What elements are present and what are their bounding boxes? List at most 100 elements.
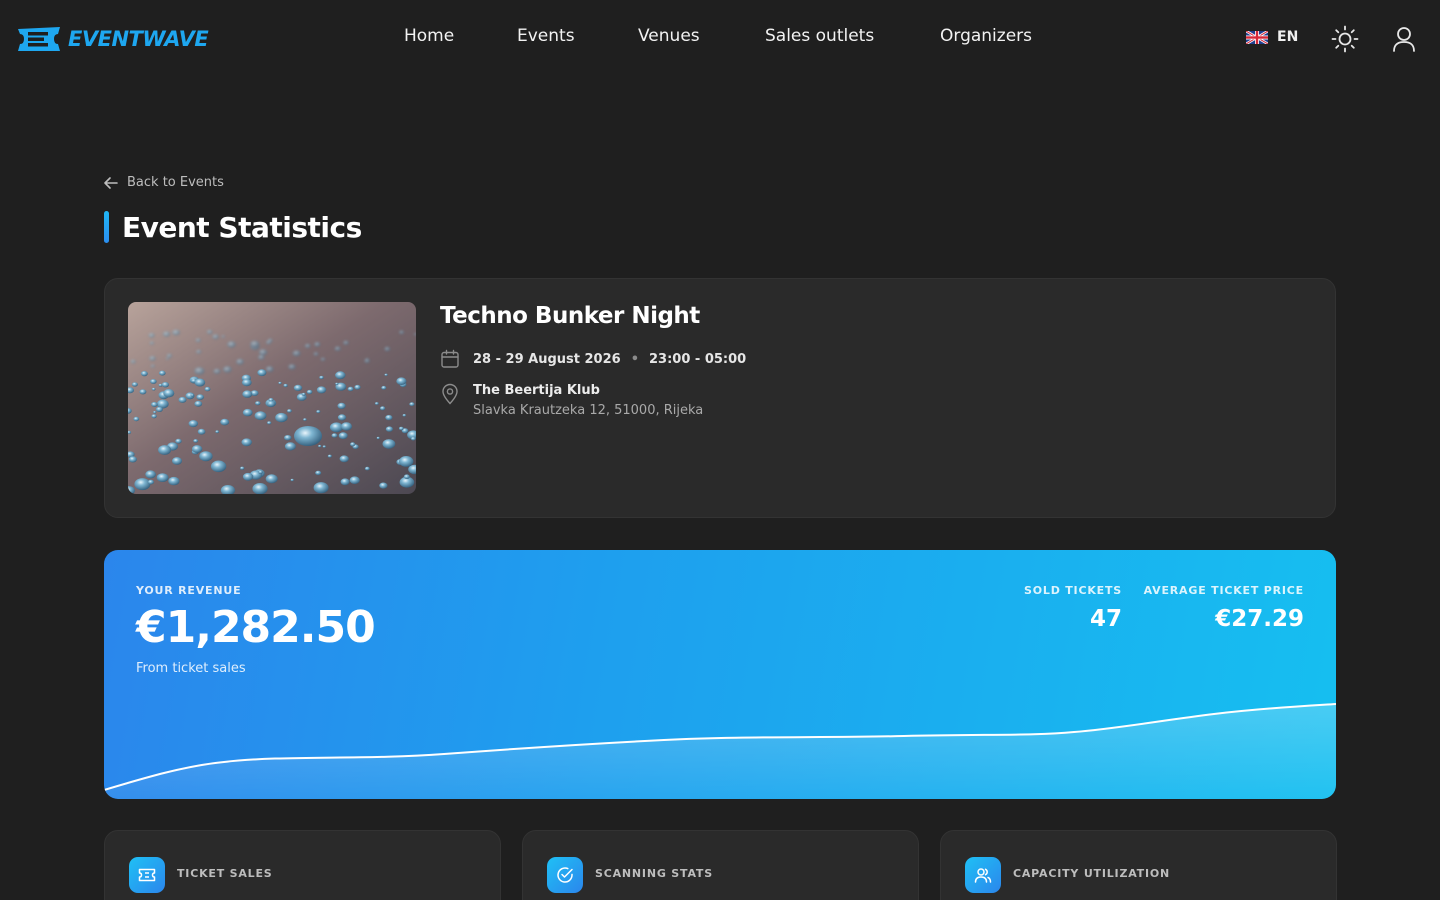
droplet: [190, 394, 194, 397]
droplet: [376, 436, 380, 440]
back-to-events-link[interactable]: Back to Events: [104, 175, 224, 190]
droplet: [399, 426, 404, 431]
uk-flag-icon: [1246, 30, 1268, 44]
droplet: [384, 346, 391, 352]
droplet: [266, 340, 272, 345]
scanning-stats-title: SCANNING STATS: [595, 867, 713, 880]
language-selector[interactable]: EN: [1246, 29, 1298, 45]
droplet: [220, 418, 230, 426]
droplet: [163, 389, 175, 398]
droplet: [318, 444, 322, 448]
main-nav: Home Events Venues Sales outlets Organiz…: [0, 26, 1440, 52]
droplet: [322, 445, 326, 448]
droplet: [175, 438, 182, 444]
droplet: [316, 386, 327, 394]
droplet: [335, 382, 339, 385]
droplet: [313, 352, 319, 356]
droplet: [241, 438, 252, 447]
droplet: [172, 457, 182, 465]
droplet: [242, 390, 253, 398]
event-date-row: 28 - 29 August 2026 • 23:00 - 05:00: [440, 349, 746, 369]
droplet: [195, 338, 201, 343]
droplet: [215, 430, 219, 434]
sold-tickets-stat: SOLD TICKETS 47: [1024, 584, 1122, 632]
droplet: [315, 470, 322, 476]
droplet: [165, 357, 169, 360]
droplet: [139, 389, 147, 395]
scanning-stats-card[interactable]: SCANNING STATS: [522, 830, 919, 900]
droplet: [287, 409, 292, 413]
droplet: [168, 476, 180, 486]
droplet: [252, 483, 268, 494]
droplet: [292, 350, 301, 357]
droplet: [196, 349, 202, 354]
droplet: [199, 451, 213, 462]
droplet: [227, 341, 236, 348]
capacity-utilization-card[interactable]: CAPACITY UTILIZATION: [940, 830, 1337, 900]
droplet: [159, 370, 166, 376]
droplet: [267, 421, 272, 425]
droplet: [141, 371, 148, 377]
revenue-label: YOUR REVENUE: [136, 584, 242, 597]
users-icon: [965, 857, 1001, 893]
droplet: [288, 364, 296, 370]
separator-dot: •: [630, 351, 640, 367]
user-icon[interactable]: [1392, 26, 1416, 52]
droplet: [255, 401, 261, 406]
droplet: [402, 414, 406, 417]
droplet: [265, 366, 274, 373]
nav-events[interactable]: Events: [517, 26, 575, 46]
nav-home[interactable]: Home: [404, 26, 454, 46]
droplet: [327, 454, 332, 458]
droplet: [283, 383, 288, 388]
droplet: [337, 414, 347, 421]
droplet: [350, 442, 356, 447]
droplet: [306, 389, 313, 395]
droplet: [340, 478, 350, 486]
droplet: [151, 387, 156, 391]
droplet: [221, 335, 225, 338]
event-image: [128, 302, 416, 494]
droplet: [148, 333, 155, 338]
droplet: [155, 406, 163, 412]
sold-tickets-value: 47: [1089, 606, 1122, 632]
venue-name[interactable]: The Beertija Klub: [473, 383, 703, 398]
droplet: [403, 474, 410, 479]
droplet: [364, 358, 370, 363]
avg-price-stat: AVERAGE TICKET PRICE €27.29: [1144, 584, 1304, 632]
droplet: [301, 392, 306, 396]
event-info-card: Techno Bunker Night 28 - 29 August 2026 …: [104, 278, 1336, 518]
droplet: [379, 482, 388, 489]
droplet: [284, 435, 292, 441]
nav-venues[interactable]: Venues: [638, 26, 700, 46]
nav-organizers[interactable]: Organizers: [940, 26, 1032, 46]
sun-icon[interactable]: [1331, 25, 1359, 53]
droplet: [242, 408, 253, 417]
droplet: [166, 353, 172, 358]
droplet: [339, 455, 349, 463]
droplet: [128, 456, 137, 463]
droplet: [331, 433, 338, 438]
droplet: [275, 412, 288, 423]
droplet: [178, 396, 187, 403]
event-name: Techno Bunker Night: [440, 303, 700, 329]
revenue-card: YOUR REVENUE €1,282.50 From ticket sales…: [104, 550, 1336, 799]
droplet: [267, 400, 276, 407]
droplet: [193, 439, 199, 443]
droplet: [259, 349, 268, 356]
droplet: [257, 369, 267, 377]
droplet: [409, 402, 415, 407]
droplet: [319, 375, 324, 380]
droplet: [158, 383, 163, 387]
droplet: [384, 373, 388, 376]
back-label: Back to Events: [127, 175, 224, 190]
droplet: [149, 341, 154, 345]
droplet: [188, 420, 198, 428]
droplet: [196, 394, 204, 400]
droplet: [385, 426, 393, 432]
droplet: [197, 428, 206, 435]
droplet: [293, 384, 303, 391]
droplet: [172, 329, 180, 336]
nav-sales-outlets[interactable]: Sales outlets: [765, 26, 874, 46]
ticket-sales-card[interactable]: TICKET SALES: [104, 830, 501, 900]
